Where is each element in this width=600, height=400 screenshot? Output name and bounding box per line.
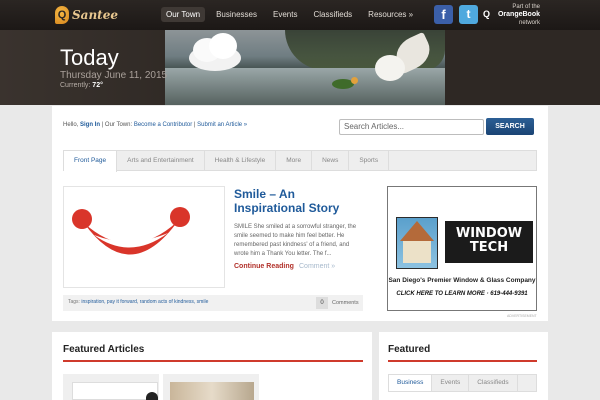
- person-silhouette-icon: [146, 392, 158, 400]
- tab-sports[interactable]: Sports: [349, 151, 390, 170]
- submit-article-link[interactable]: Submit an Article »: [197, 122, 247, 128]
- network-line3: network: [518, 20, 540, 26]
- ad-call-to-action: CLICK HERE TO LEARN MORE · 619-444-9391: [396, 291, 528, 297]
- network-line1: Part of the: [512, 4, 540, 10]
- comment-count-badge[interactable]: 0: [316, 297, 328, 309]
- article-excerpt: SMILE She smiled at a sorrowful stranger…: [234, 224, 357, 257]
- smile-icon: [72, 207, 190, 255]
- tab-health-lifestyle[interactable]: Health & Lifestyle: [205, 151, 277, 170]
- logo-mark-icon: Q: [55, 6, 69, 24]
- featured-article-image[interactable]: [170, 382, 254, 400]
- tab-classifieds[interactable]: Classifieds: [469, 375, 518, 391]
- twitter-icon[interactable]: t: [459, 5, 478, 24]
- tab-arts-entertainment[interactable]: Arts and Entertainment: [117, 151, 205, 170]
- logo-text: Santee: [72, 8, 118, 22]
- egret-icon: [375, 55, 405, 81]
- nav-item-businesses[interactable]: Businesses: [211, 7, 262, 22]
- featured-articles-heading: Featured Articles: [63, 344, 145, 355]
- become-contributor-link[interactable]: Become a Contributor: [134, 122, 192, 128]
- search-button[interactable]: SEARCH: [486, 118, 534, 135]
- orangebook-network-badge[interactable]: Q Part of the OrangeBook network: [483, 3, 540, 27]
- account-bar: Hello, Sign In | Our Town: Become a Cont…: [63, 122, 247, 128]
- sign-in-link[interactable]: Sign In: [80, 122, 100, 128]
- facebook-icon[interactable]: f: [434, 5, 453, 24]
- page-title: Today: [60, 45, 119, 70]
- featured-heading: Featured: [388, 344, 431, 355]
- tab-news[interactable]: News: [312, 151, 350, 170]
- comment-link[interactable]: Comment »: [299, 263, 335, 270]
- ad-tagline: San Diego's Premier Window & Glass Compa…: [388, 277, 536, 284]
- site-logo[interactable]: Q Santee: [55, 5, 118, 25]
- tags-label: Tags:: [68, 299, 80, 305]
- logo-line2: TECH: [469, 240, 509, 255]
- house-wall-icon: [403, 241, 431, 263]
- hello-text: Hello,: [63, 122, 79, 128]
- nav-item-resources[interactable]: Resources »: [363, 7, 418, 22]
- weather-readout: Currently: 72°: [60, 82, 103, 89]
- comments-label[interactable]: Comments: [332, 300, 359, 306]
- window-tech-advertisement[interactable]: WINDOW TECH San Diego's Premier Window &…: [387, 186, 537, 311]
- window-tech-logo-text: WINDOW TECH: [446, 227, 532, 255]
- current-date: Thursday June 11, 2015: [60, 70, 168, 81]
- section-divider: [388, 360, 537, 362]
- main-nav: Our Town Businesses Events Classifieds R…: [161, 7, 424, 22]
- logo-line1: WINDOW: [455, 226, 523, 241]
- tab-front-page[interactable]: Front Page: [64, 151, 118, 172]
- tab-events[interactable]: Events: [432, 375, 470, 391]
- article-tags: Tags: inspiration, pay it forward, rando…: [68, 299, 208, 305]
- network-name: OrangeBook: [497, 11, 540, 18]
- tag-list[interactable]: inspiration, pay it forward, random acts…: [81, 299, 208, 305]
- cloud-icon: [189, 33, 241, 71]
- featured-tabs: Business Events Classifieds: [388, 374, 537, 392]
- nav-item-our-town[interactable]: Our Town: [161, 7, 206, 22]
- nav-item-classifieds[interactable]: Classifieds: [308, 7, 357, 22]
- our-town-label: | Our Town:: [101, 122, 133, 128]
- separator: |: [193, 122, 196, 128]
- section-divider: [63, 360, 363, 362]
- nav-item-events[interactable]: Events: [268, 7, 302, 22]
- orangebook-mark-icon: Q: [483, 9, 491, 19]
- tab-more[interactable]: More: [276, 151, 313, 170]
- continue-reading-link[interactable]: Continue Reading: [234, 263, 294, 270]
- search-input[interactable]: Search Articles...: [339, 119, 484, 135]
- advertisement-label: ADVERTISEMENT: [507, 314, 537, 318]
- category-tabs: Front Page Arts and Entertainment Health…: [63, 150, 537, 172]
- tab-business[interactable]: Business: [389, 375, 433, 391]
- duck-head-icon: [351, 77, 358, 84]
- article-thumbnail[interactable]: [63, 186, 225, 288]
- article-title[interactable]: Smile – An Inspirational Story: [234, 187, 364, 215]
- weather-label: Currently:: [60, 82, 91, 89]
- weather-temperature: 72°: [92, 82, 103, 89]
